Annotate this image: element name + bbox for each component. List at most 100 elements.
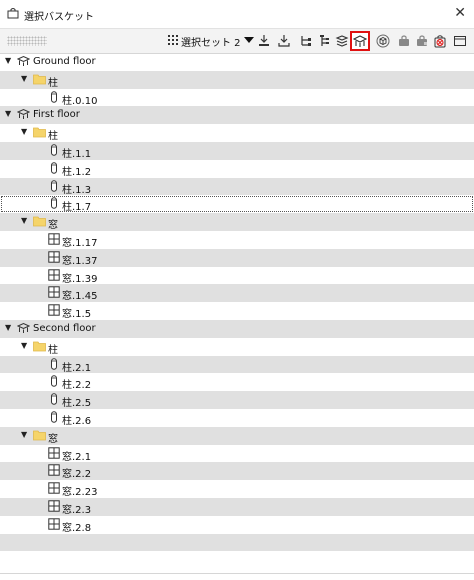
tree-structure-icon[interactable] <box>298 33 314 49</box>
tree-item-label: 窓.2.2 <box>62 469 92 481</box>
tree-row-level[interactable]: ▼ Second floor <box>0 319 474 338</box>
tree-row-column[interactable]: 柱.1.3 <box>0 177 474 196</box>
cube-icon[interactable] <box>375 33 391 49</box>
tree-row-window[interactable]: 窓.2.8 <box>0 516 474 534</box>
column-icon <box>50 393 58 408</box>
panel-icon[interactable] <box>452 33 468 49</box>
tree-item-label: 窓 <box>48 220 58 232</box>
expand-toggle-icon[interactable]: ▼ <box>21 74 27 83</box>
toolbar-grip[interactable] <box>7 36 47 46</box>
tree-row-window[interactable]: 窓.2.2 <box>0 462 474 480</box>
tree-row-folder[interactable]: ▼ 柱 <box>0 124 474 142</box>
expand-toggle-icon[interactable]: ▼ <box>21 216 27 225</box>
window-icon <box>48 304 60 319</box>
tree-row-folder[interactable]: ▼ 窓 <box>0 426 474 445</box>
window-icon <box>48 286 60 301</box>
tree-item-label: 柱.2.1 <box>62 362 92 374</box>
tree-item-label: 窓.1.45 <box>62 291 98 303</box>
building-level-icon[interactable] <box>350 31 370 51</box>
window-icon <box>48 446 60 462</box>
tree-item-label: 窓.1.39 <box>62 273 98 285</box>
tree-row-column[interactable]: 柱.2.1 <box>0 355 474 374</box>
expand-toggle-icon[interactable]: ▼ <box>21 430 27 439</box>
tree-item-label: 柱.2.6 <box>62 415 92 427</box>
tree-row-window[interactable]: 窓.1.45 <box>0 284 474 302</box>
column-icon <box>50 144 58 159</box>
import-icon[interactable] <box>256 33 272 49</box>
folder-icon <box>33 73 46 88</box>
tree-row-column[interactable]: 柱.1.7 <box>0 195 474 213</box>
tree-row-column[interactable]: 柱.1.2 <box>0 160 474 178</box>
tree-row-window[interactable]: 窓.1.39 <box>0 267 474 285</box>
expand-toggle-icon[interactable]: ▼ <box>21 127 27 136</box>
tree-row-column[interactable]: 柱.2.2 <box>0 373 474 391</box>
column-icon <box>50 162 58 177</box>
tree-item-label: 柱.2.5 <box>62 398 92 410</box>
column-icon <box>50 179 58 195</box>
expand-toggle-icon[interactable]: ▼ <box>5 56 11 65</box>
window-title: 選択バスケット <box>24 12 94 23</box>
title-bar: 選択バスケット ✕ <box>0 0 474 28</box>
folder-icon <box>33 126 46 141</box>
folder-icon <box>33 340 46 355</box>
tree-row-column[interactable]: 柱.2.5 <box>0 391 474 409</box>
building-level-icon <box>16 108 31 123</box>
tree-row-window[interactable]: 窓.1.37 <box>0 248 474 267</box>
tree-row-empty <box>0 551 474 569</box>
selection-set-label: 選択セット 2 <box>181 37 241 49</box>
dropdown-arrow-icon <box>243 36 254 47</box>
tree-row-folder[interactable]: ▼ 柱 <box>0 70 474 89</box>
tree-row-column[interactable]: 柱.1.1 <box>0 141 474 160</box>
tree-row-level[interactable]: ▼ Ground floor <box>0 53 474 71</box>
close-icon[interactable]: ✕ <box>454 5 466 21</box>
expand-toggle-icon[interactable]: ▼ <box>5 109 11 118</box>
window-icon <box>48 482 60 497</box>
tree-row-level[interactable]: ▼ First floor <box>0 106 474 125</box>
tree-item-label: 柱.1.1 <box>62 148 92 160</box>
tree-row-window[interactable]: 窓.2.3 <box>0 497 474 516</box>
tree-row-empty <box>0 533 474 552</box>
window-icon <box>48 518 60 533</box>
tree-row-window[interactable]: 窓.2.1 <box>0 445 474 463</box>
tree-item-label: 窓 <box>48 433 58 445</box>
tree-row-folder[interactable]: ▼ 窓 <box>0 213 474 231</box>
selection-set-dropdown[interactable]: 選択セット 2 <box>168 33 254 49</box>
basket-add-icon[interactable] <box>414 33 430 49</box>
tree-item-label: 窓.1.5 <box>62 309 92 321</box>
tree-branch-icon[interactable] <box>316 33 332 49</box>
tree-item-label: 柱.2.2 <box>62 380 92 392</box>
export-icon[interactable] <box>276 33 292 49</box>
expand-toggle-icon[interactable]: ▼ <box>5 323 11 332</box>
building-level-icon <box>16 55 31 70</box>
tree-row-window[interactable]: 窓.1.17 <box>0 231 474 249</box>
grid-menu-icon <box>168 34 178 48</box>
tree-item-label: 柱.0.10 <box>62 95 98 107</box>
tree-item-label: 窓.2.8 <box>62 522 92 534</box>
tree-item-label: 柱 <box>48 131 58 143</box>
column-icon <box>50 90 58 106</box>
tree-item-label: 柱.1.7 <box>62 202 92 214</box>
tree-item-label: 柱 <box>48 344 58 356</box>
tree-item-label: Ground floor <box>33 56 96 67</box>
tree-row-column[interactable]: 柱.0.10 <box>0 89 474 107</box>
folder-icon <box>33 215 46 230</box>
expand-toggle-icon[interactable]: ▼ <box>21 341 27 350</box>
tree-item-label: First floor <box>33 109 80 121</box>
tree-row-column[interactable]: 柱.2.6 <box>0 409 474 427</box>
window-icon <box>48 233 60 248</box>
tree-item-label: 窓.2.3 <box>62 504 92 516</box>
tree-row-window[interactable]: 窓.2.23 <box>0 480 474 498</box>
folder-icon <box>33 429 46 444</box>
basket-icon[interactable] <box>396 33 412 49</box>
layers-icon[interactable] <box>334 33 350 49</box>
tree-item-label: 柱 <box>48 77 58 89</box>
basket-clear-icon[interactable] <box>432 33 448 49</box>
window-icon <box>48 251 60 266</box>
window-icon <box>48 268 60 284</box>
building-level-icon <box>16 322 31 337</box>
column-icon <box>50 197 58 212</box>
tree-row-window[interactable]: 窓.1.5 <box>0 302 474 320</box>
column-icon <box>50 375 58 390</box>
tree-row-folder[interactable]: ▼ 柱 <box>0 338 474 356</box>
tree-item-label: 窓.2.1 <box>62 451 92 463</box>
